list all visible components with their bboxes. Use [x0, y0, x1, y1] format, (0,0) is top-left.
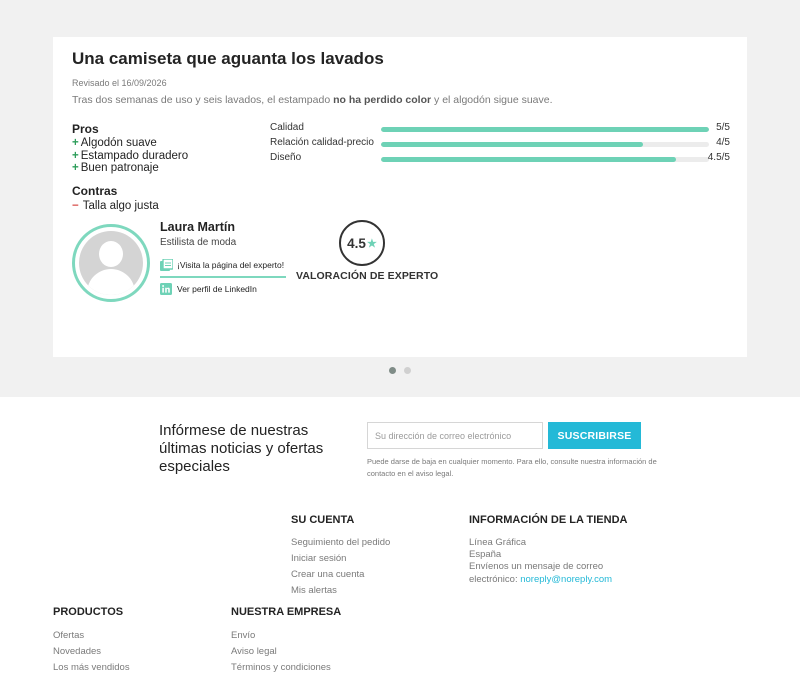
newsletter-text: Infórmese de nuestras últimas noticias y…: [159, 422, 324, 475]
rating-row-design: Diseño 4.5/5: [270, 152, 730, 166]
rating-value: 5/5: [716, 122, 730, 133]
star-icon: ★: [366, 237, 377, 250]
pros-title: Pros: [72, 122, 99, 136]
footer-link-offers[interactable]: Ofertas: [53, 630, 84, 641]
plus-icon: +: [72, 149, 79, 162]
plus-icon: +: [72, 162, 79, 174]
footer-link-new-products[interactable]: Novedades: [53, 646, 101, 657]
footer-company-heading: NUESTRA EMPRESA: [231, 606, 342, 618]
cons-item-label: Talla algo justa: [82, 200, 159, 212]
review-title: Una camiseta que aguanta los lavados: [72, 49, 384, 68]
review-text-end: y el algodón sigue suave.: [431, 94, 553, 106]
avatar-placeholder-icon: [79, 231, 143, 295]
rating-row-quality: Calidad 5/5: [270, 122, 730, 136]
rating-bar: [381, 127, 709, 132]
expert-page-link[interactable]: ¡Visita la página del experto!: [160, 258, 285, 271]
pros-item-label: Buen patronaje: [80, 162, 159, 174]
rating-bar-fill: [381, 142, 644, 147]
store-contact: Envíenos un mensaje de correo electrónic…: [469, 561, 619, 586]
footer-products-heading: PRODUCTOS: [53, 606, 124, 618]
rating-value: 4/5: [716, 137, 730, 148]
footer-link-sign-in[interactable]: Iniciar sesión: [291, 553, 346, 564]
rating-bar: [381, 142, 709, 147]
review-text-highlight: no ha perdido color: [333, 94, 432, 106]
rating-label: Relación calidad-precio: [270, 137, 374, 148]
footer-link-legal-notice[interactable]: Aviso legal: [231, 646, 277, 657]
subscribe-button[interactable]: SUSCRIBIRSE: [548, 422, 641, 449]
expert-name: Laura Martín: [160, 220, 236, 234]
plus-icon: +: [72, 137, 79, 149]
linkedin-icon: [160, 283, 173, 295]
footer-link-shipping[interactable]: Envío: [231, 630, 255, 641]
expert-page-icon: [160, 258, 174, 271]
rating-bar: [381, 157, 709, 162]
review-text: Tras dos semanas de uso y seis lavados, …: [72, 94, 553, 106]
rating-bar-fill: [381, 157, 677, 162]
footer-link-best-sellers[interactable]: Los más vendidos: [53, 662, 130, 673]
pros-item: + Estampado duradero: [72, 150, 188, 163]
footer-link-terms[interactable]: Términos y condiciones: [231, 662, 331, 673]
cons-item: − Talla algo justa: [72, 200, 159, 213]
linkedin-link[interactable]: Ver perfil de LinkedIn: [160, 283, 257, 295]
review-text-start: Tras dos semanas de uso y seis lavados, …: [72, 94, 334, 106]
review-section: Una camiseta que aguanta los lavados Rev…: [0, 0, 800, 397]
expert-page-link-label: ¡Visita la página del experto!: [177, 260, 285, 270]
pros-list: + Algodón suave + Estampado duradero + Buen…: [72, 137, 188, 175]
rating-label: Calidad: [270, 122, 304, 133]
footer-store-heading: INFORMACIÓN DE LA TIENDA: [469, 514, 628, 526]
review-card: Una camiseta que aguanta los lavados Rev…: [53, 37, 747, 357]
rating-value: 4.5/5: [707, 152, 730, 163]
store-name: Línea Gráfica: [469, 537, 527, 548]
store-country: España: [469, 549, 502, 560]
expert-score-value: 4.5: [347, 235, 366, 251]
footer-link-my-alerts[interactable]: Mis alertas: [291, 585, 337, 596]
rating-row-value-for-money: Relación calidad-precio 4/5: [270, 137, 730, 151]
store-email-link[interactable]: noreply@noreply.com: [520, 574, 612, 585]
carousel-dot-2[interactable]: [404, 367, 411, 374]
footer-link-create-account[interactable]: Crear una cuenta: [291, 569, 364, 580]
footer-account-heading: SU CUENTA: [291, 514, 355, 526]
rating-label: Diseño: [270, 152, 302, 163]
rating-bar-fill: [381, 127, 709, 132]
expert-role: Estilista de moda: [160, 237, 237, 248]
pros-item: + Algodón suave: [72, 137, 188, 150]
pros-item-label: Algodón suave: [80, 137, 157, 149]
cons-list: − Talla algo justa: [72, 200, 159, 213]
cons-title: Contras: [72, 184, 118, 198]
carousel-dot-1[interactable]: [389, 367, 396, 374]
linkedin-link-label: Ver perfil de LinkedIn: [177, 284, 257, 294]
footer-link-order-tracking[interactable]: Seguimiento del pedido: [291, 537, 390, 548]
expert-score: 4.5 ★: [339, 220, 385, 266]
pros-item-label: Estampado duradero: [80, 149, 189, 162]
minus-icon: −: [72, 200, 79, 212]
divider: [160, 276, 286, 278]
newsletter-email-input[interactable]: [367, 422, 543, 449]
review-date: Revisado el 16/09/2026: [72, 78, 167, 88]
expert-rating-label: VALORACIÓN DE EXPERTO: [296, 270, 439, 282]
newsletter-note: Puede darse de baja en cualquier momento…: [367, 457, 657, 478]
expert-avatar: [72, 224, 150, 302]
pros-item: + Buen patronaje: [72, 162, 188, 175]
